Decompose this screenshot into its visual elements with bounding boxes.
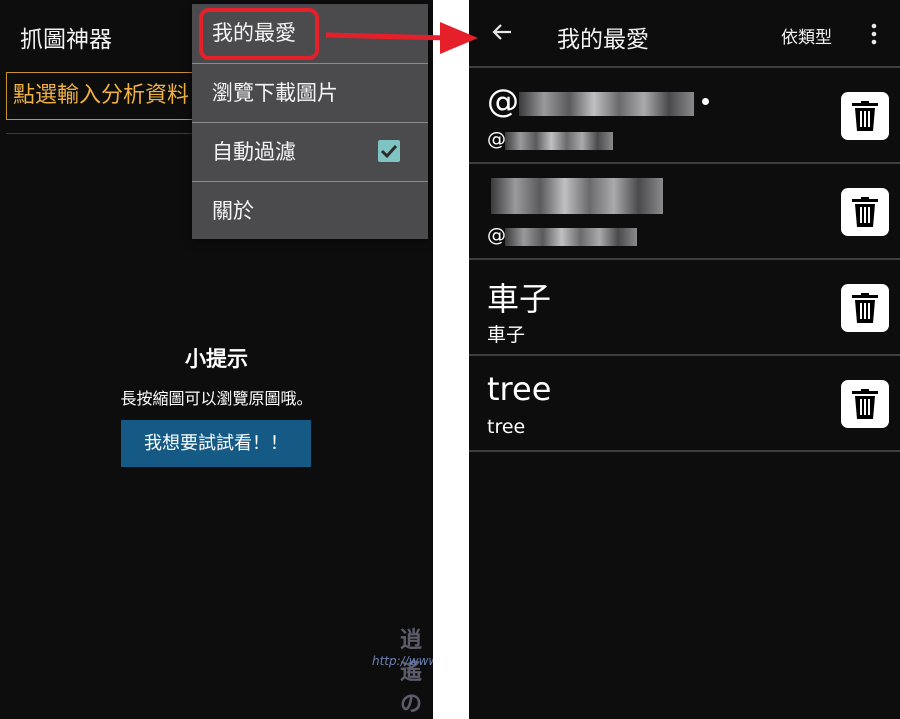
favorite-item[interactable]: 車子 車子	[469, 260, 900, 356]
favorite-subtitle: tree	[487, 416, 526, 438]
sort-by-type-button[interactable]: 依類型	[781, 23, 832, 48]
more-vert-icon[interactable]	[869, 22, 879, 46]
favorite-subtitle: 車子	[487, 324, 526, 346]
favorite-item[interactable]: tree tree	[469, 356, 900, 452]
redacted-subtitle	[505, 132, 613, 150]
trash-icon	[852, 197, 878, 227]
auto-filter-checkbox[interactable]	[378, 140, 400, 162]
redacted-name	[491, 178, 663, 214]
watermark-logo: 逍遙の窩	[400, 628, 423, 717]
delete-button[interactable]	[841, 92, 889, 140]
trash-icon	[852, 293, 878, 323]
favorite-item[interactable]: @ @	[469, 68, 900, 164]
url-input[interactable]: 點選輸入分析資料	[6, 72, 206, 120]
try-button[interactable]: 我想要試試看！！	[121, 420, 311, 467]
favorite-name: tree	[487, 370, 552, 408]
menu-item-browse-downloads[interactable]: 瀏覽下載圖片	[192, 63, 428, 121]
watermark-url: http://www.xiaoyao.tw/	[372, 654, 433, 668]
favorite-item[interactable]: @	[469, 164, 900, 260]
favorite-name: 車子	[487, 280, 552, 318]
divider	[6, 133, 196, 134]
redacted-subtitle	[505, 228, 637, 246]
left-phone-screen: 抓圖神器 點選輸入分析資料 小提示 長按縮圖可以瀏覽原圖哦。 我想要試試看！！ …	[0, 0, 433, 719]
favorite-name: @	[487, 82, 519, 120]
right-phone-screen: 我的最愛 依類型 @ @ @ 車子 車子 tree tree	[469, 0, 900, 719]
redacted-name	[519, 92, 694, 116]
menu-item-about[interactable]: 關於	[192, 181, 428, 239]
tip-title: 小提示	[185, 347, 248, 371]
delete-button[interactable]	[841, 188, 889, 236]
delete-button[interactable]	[841, 380, 889, 428]
check-icon	[380, 144, 398, 159]
delete-button[interactable]	[841, 284, 889, 332]
trash-icon	[852, 389, 878, 419]
page-title: 我的最愛	[557, 27, 649, 53]
favorite-subtitle: @	[487, 128, 506, 150]
back-arrow-icon[interactable]	[490, 20, 514, 44]
favorites-highlight-box	[199, 8, 319, 60]
app-title: 抓圖神器	[20, 27, 112, 53]
tip-text: 長按縮圖可以瀏覽原圖哦。	[120, 389, 313, 408]
trash-icon	[852, 101, 878, 131]
screen-divider	[433, 0, 469, 719]
dot	[702, 98, 709, 105]
favorite-subtitle: @	[487, 224, 506, 246]
